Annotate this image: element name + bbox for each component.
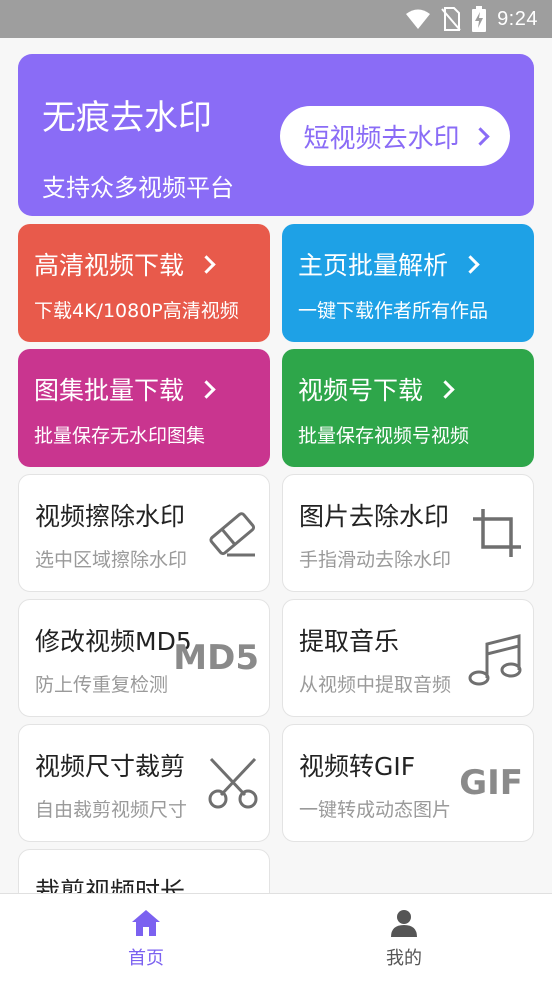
- eraser-icon: [209, 512, 256, 557]
- channels-download-card[interactable]: 视频号下载 批量保存视频号视频: [282, 349, 534, 467]
- card-title-text: 图集批量下载: [34, 376, 185, 405]
- album-batch-download-card[interactable]: 图集批量下载 批量保存无水印图集: [18, 349, 270, 467]
- tool-subtitle: 一键转成动态图片: [299, 799, 452, 821]
- bottom-navigation: 首页 我的: [0, 893, 552, 981]
- wifi-icon: [406, 9, 431, 29]
- status-bar: 9:24: [0, 0, 552, 38]
- video-to-gif-tool[interactable]: 视频转GIF 一键转成动态图片 GIF: [282, 724, 534, 842]
- scissors-icon: [208, 757, 258, 809]
- card-title-text: 高清视频下载: [34, 251, 185, 280]
- tool-subtitle: 自由裁剪视频尺寸: [35, 799, 188, 821]
- music-note-icon: [468, 634, 522, 686]
- tool-subtitle: 手指滑动去除水印: [299, 549, 452, 571]
- clock-icon: [205, 880, 261, 893]
- card-subtitle: 下载4K/1080P高清视频: [34, 300, 239, 322]
- user-icon: [391, 910, 417, 937]
- card-title-text: 视频号下载: [298, 376, 424, 405]
- tool-title: 修改视频MD5: [35, 627, 192, 656]
- video-size-crop-tool[interactable]: 视频尺寸裁剪 自由裁剪视频尺寸: [18, 724, 270, 842]
- no-sim-icon: [441, 7, 461, 31]
- scroll-content[interactable]: 无痕去水印 支持众多视频平台 短视频去水印 高清视频下载 下载4K/1080P高…: [0, 38, 552, 893]
- chevron-right-icon: [197, 254, 216, 274]
- modify-md5-tool[interactable]: 修改视频MD5 防上传重复检测 MD5: [18, 599, 270, 717]
- hero-button-label: 短视频去水印: [303, 123, 460, 154]
- hero-subtitle: 支持众多视频平台: [42, 174, 234, 202]
- status-time: 9:24: [497, 7, 538, 30]
- image-remove-watermark-tool[interactable]: 图片去除水印 手指滑动去除水印: [282, 474, 534, 592]
- chevron-right-icon: [197, 379, 216, 399]
- card-subtitle: 批量保存视频号视频: [298, 425, 470, 447]
- trim-video-duration-tool[interactable]: 裁剪视频时长: [18, 849, 270, 893]
- tool-title: 图片去除水印: [299, 502, 450, 531]
- tool-title: 视频擦除水印: [35, 502, 186, 531]
- nav-mine[interactable]: 我的: [354, 908, 454, 970]
- chevron-right-icon: [436, 379, 455, 399]
- hd-video-download-card[interactable]: 高清视频下载 下载4K/1080P高清视频: [18, 224, 270, 342]
- card-subtitle: 一键下载作者所有作品: [298, 300, 489, 322]
- card-title: 主页批量解析: [298, 246, 480, 282]
- nav-home[interactable]: 首页: [96, 908, 196, 970]
- tool-title: 裁剪视频时长: [35, 877, 186, 893]
- hero-banner: 无痕去水印 支持众多视频平台 短视频去水印: [18, 54, 534, 216]
- short-video-watermark-button[interactable]: 短视频去水印: [280, 106, 510, 166]
- card-subtitle: 批量保存无水印图集: [34, 425, 206, 447]
- tool-title: 视频尺寸裁剪: [35, 752, 186, 781]
- hero-title: 无痕去水印: [42, 98, 212, 138]
- chevron-right-icon: [470, 126, 490, 146]
- card-title-text: 主页批量解析: [298, 251, 449, 280]
- video-erase-watermark-tool[interactable]: 视频擦除水印 选中区域擦除水印: [18, 474, 270, 592]
- tool-subtitle: 从视频中提取音频: [299, 674, 452, 696]
- chevron-right-icon: [461, 254, 480, 274]
- card-title: 视频号下载: [298, 371, 455, 407]
- tool-subtitle: 防上传重复检测: [35, 674, 169, 696]
- crop-icon: [473, 509, 521, 557]
- card-title: 高清视频下载: [34, 246, 216, 282]
- card-title: 图集批量下载: [34, 371, 216, 407]
- gif-icon: GIF: [459, 763, 523, 803]
- nav-home-label: 首页: [128, 948, 164, 969]
- status-icons: 9:24: [405, 0, 538, 38]
- tool-title: 提取音乐: [299, 627, 400, 656]
- homepage-batch-parse-card[interactable]: 主页批量解析 一键下载作者所有作品: [282, 224, 534, 342]
- md5-icon: MD5: [173, 638, 259, 678]
- home-icon: [132, 910, 160, 936]
- tool-title: 视频转GIF: [299, 752, 416, 781]
- battery-charging-icon: [472, 6, 487, 32]
- nav-mine-label: 我的: [386, 948, 422, 969]
- extract-music-tool[interactable]: 提取音乐 从视频中提取音频: [282, 599, 534, 717]
- tool-subtitle: 选中区域擦除水印: [35, 549, 188, 571]
